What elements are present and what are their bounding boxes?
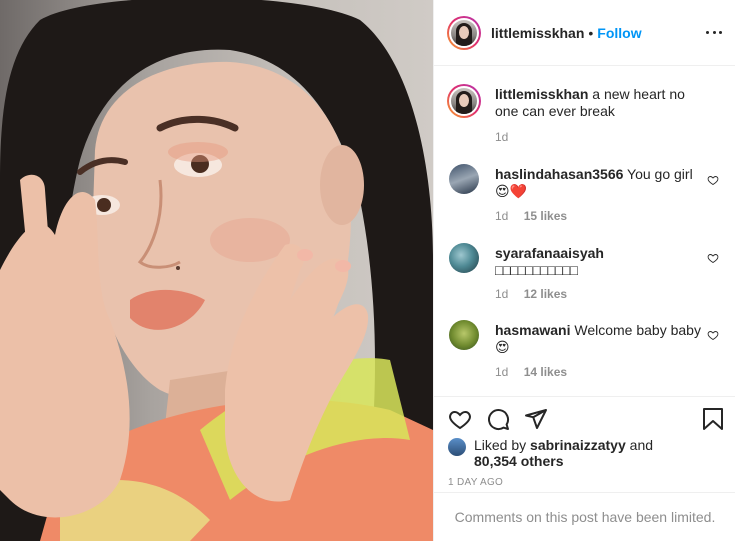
- caption-author-avatar[interactable]: [447, 84, 481, 118]
- caption-meta: 1d: [495, 130, 520, 144]
- separator-dot: •: [588, 24, 594, 41]
- comment-avatar[interactable]: [449, 243, 479, 273]
- caption-time[interactable]: 1d: [495, 130, 508, 144]
- comment-avatar[interactable]: [449, 164, 479, 194]
- comment-username[interactable]: haslindahasan3566: [495, 166, 623, 182]
- liked-by-and: and: [629, 437, 654, 453]
- comment-time[interactable]: 1d: [495, 287, 508, 301]
- comment-text: haslindahasan3566 You go girl 😍❤️: [495, 166, 705, 200]
- heart-icon[interactable]: [448, 407, 472, 431]
- liked-by-text: Liked by sabrinaizzatyy and 80,354 other…: [474, 437, 664, 469]
- liked-by-others[interactable]: 80,354 others: [474, 453, 564, 469]
- comment-emoji: 😍: [495, 339, 510, 355]
- comment-emoji: 😍❤️: [495, 183, 528, 199]
- comment-time[interactable]: 1d: [495, 365, 508, 379]
- more-options-icon[interactable]: [706, 24, 722, 40]
- comment-meta: 1d 15 likes: [495, 209, 579, 223]
- liked-by-avatar[interactable]: [448, 438, 466, 456]
- comment-likes[interactable]: 12 likes: [524, 287, 567, 301]
- comment-likes[interactable]: 14 likes: [524, 365, 567, 379]
- author-avatar[interactable]: [447, 15, 481, 50]
- comment-text: hasmawani Welcome baby baby 😍: [495, 322, 705, 356]
- comments-list: littlemisskhan a new heart no one can ev…: [434, 67, 735, 396]
- bookmark-icon[interactable]: [702, 407, 724, 431]
- comment-body: □□□□□□□□□□□: [495, 262, 578, 278]
- post-header: littlemisskhan • Follow: [434, 0, 735, 66]
- comment-username[interactable]: syarafanaaisyah: [495, 245, 604, 261]
- comment-username[interactable]: hasmawani: [495, 322, 570, 338]
- follow-button[interactable]: Follow: [597, 25, 641, 41]
- liked-by-prefix: Liked by: [474, 437, 527, 453]
- caption-text: littlemisskhan a new heart no one can ev…: [495, 86, 705, 120]
- post-date[interactable]: 1 DAY AGO: [448, 477, 503, 488]
- comment-time[interactable]: 1d: [495, 209, 508, 223]
- portrait-illustration: [0, 0, 433, 541]
- comment-like-heart-icon[interactable]: [707, 174, 719, 186]
- action-icons: [448, 407, 548, 431]
- caption-username[interactable]: littlemisskhan: [495, 86, 588, 102]
- liked-by: Liked by sabrinaizzatyy and 80,354 other…: [448, 437, 664, 469]
- comment-body: You go girl: [627, 166, 693, 182]
- comments-limited-notice: Comments on this post have been limited.: [434, 492, 735, 541]
- comment-likes[interactable]: 15 likes: [524, 209, 567, 223]
- post-side-panel: littlemisskhan • Follow littlemisskhan a…: [433, 0, 735, 541]
- share-icon[interactable]: [524, 407, 548, 431]
- comment-avatar[interactable]: [449, 320, 479, 350]
- comment-body: Welcome baby baby: [574, 322, 701, 338]
- post-photo[interactable]: [0, 0, 433, 541]
- comment-icon[interactable]: [486, 407, 510, 431]
- post-actions: Liked by sabrinaizzatyy and 80,354 other…: [434, 396, 735, 492]
- liked-by-user[interactable]: sabrinaizzatyy: [530, 437, 626, 453]
- comment-meta: 1d 12 likes: [495, 287, 579, 301]
- author-username[interactable]: littlemisskhan: [491, 25, 584, 41]
- comment-meta: 1d 14 likes: [495, 365, 579, 379]
- instagram-post: littlemisskhan • Follow littlemisskhan a…: [0, 0, 735, 541]
- comment-like-heart-icon[interactable]: [707, 329, 719, 341]
- comment-text: syarafanaaisyah □□□□□□□□□□□: [495, 245, 705, 279]
- comment-like-heart-icon[interactable]: [707, 252, 719, 264]
